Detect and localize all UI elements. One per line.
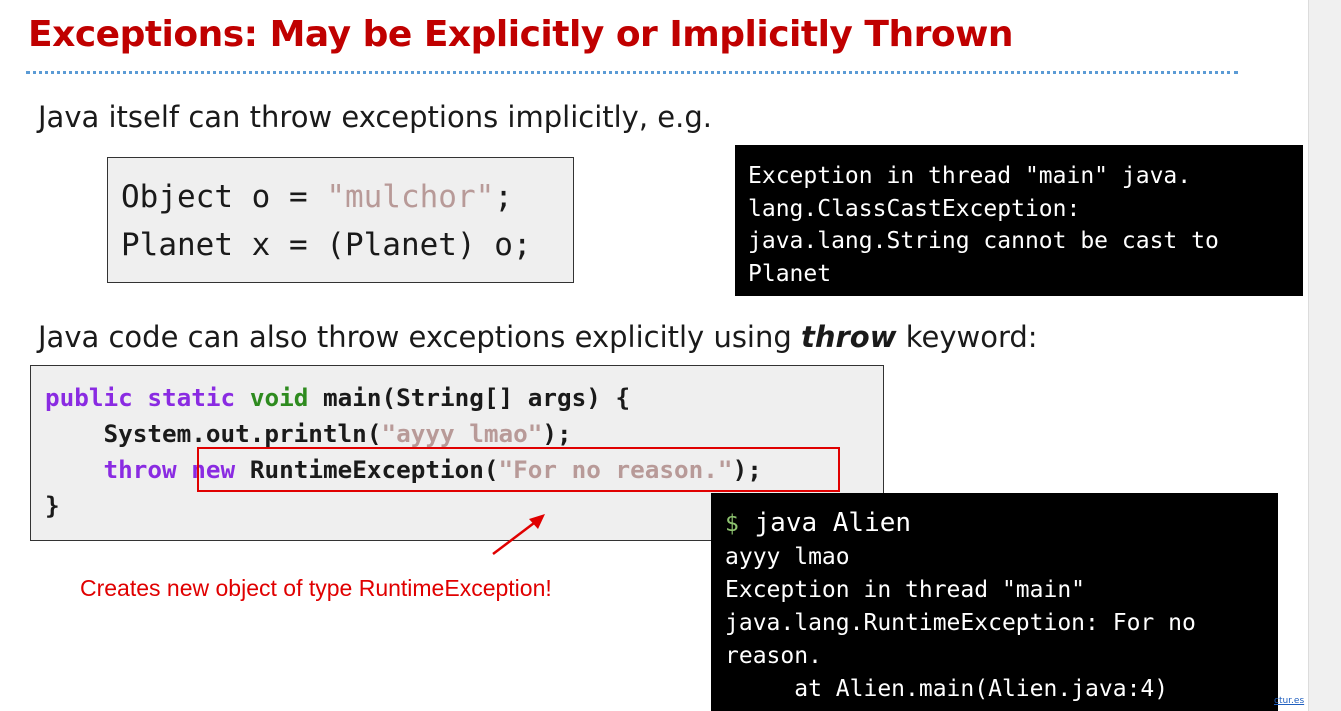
terminal-line: java.lang.RuntimeException: For no: [725, 610, 1196, 636]
code-string: "ayyy lmao": [381, 419, 543, 448]
terminal-line: at Alien.main(Alien.java:4): [725, 676, 1169, 702]
terminal-line: lang.ClassCastException:: [748, 195, 1081, 222]
code-line: Object o = "mulchor";: [121, 179, 513, 215]
terminal-line: java.lang.String cannot be cast to: [748, 228, 1219, 254]
terminal-line: Planet: [748, 260, 832, 287]
explicit-description: Java code can also throw exceptions expl…: [38, 320, 1038, 354]
prompt-symbol: $: [725, 511, 739, 537]
code-line: Planet x = (Planet) o;: [121, 227, 532, 263]
keyword: throw: [103, 455, 177, 484]
terminal-line: reason.: [725, 643, 822, 669]
new-expression-highlight: [197, 447, 840, 492]
keyword: static: [147, 383, 236, 412]
explicit-terminal-output: $ java Alien ayyy lmao Exception in thre…: [711, 493, 1278, 711]
terminal-line: Exception in thread "main": [725, 577, 1086, 603]
implicit-description: Java itself can throw exceptions implici…: [38, 100, 712, 134]
keyword: public: [45, 383, 133, 412]
annotation-arrow-icon: [492, 514, 545, 555]
title-divider: [26, 71, 1238, 74]
annotation-text: Creates new object of type RuntimeExcept…: [80, 575, 552, 601]
terminal-line: Exception in thread "main" java.: [748, 163, 1192, 189]
right-rail: [1308, 0, 1341, 711]
code-line: public static void main(String[] args) {: [45, 383, 631, 412]
throw-keyword-emphasis: throw: [801, 320, 897, 354]
implicit-code-block: Object o = "mulchor"; Planet x = (Planet…: [107, 157, 574, 283]
slide-title: Exceptions: May be Explicitly or Implici…: [28, 14, 1014, 55]
footer-link[interactable]: ctur.es: [1274, 696, 1304, 706]
implicit-terminal-output: Exception in thread "main" java. lang.Cl…: [735, 145, 1303, 296]
keyword: void: [249, 383, 309, 412]
terminal-line: ayyy lmao: [725, 544, 850, 570]
code-string: "mulchor": [326, 179, 495, 215]
terminal-command-line: $ java Alien: [725, 508, 912, 538]
